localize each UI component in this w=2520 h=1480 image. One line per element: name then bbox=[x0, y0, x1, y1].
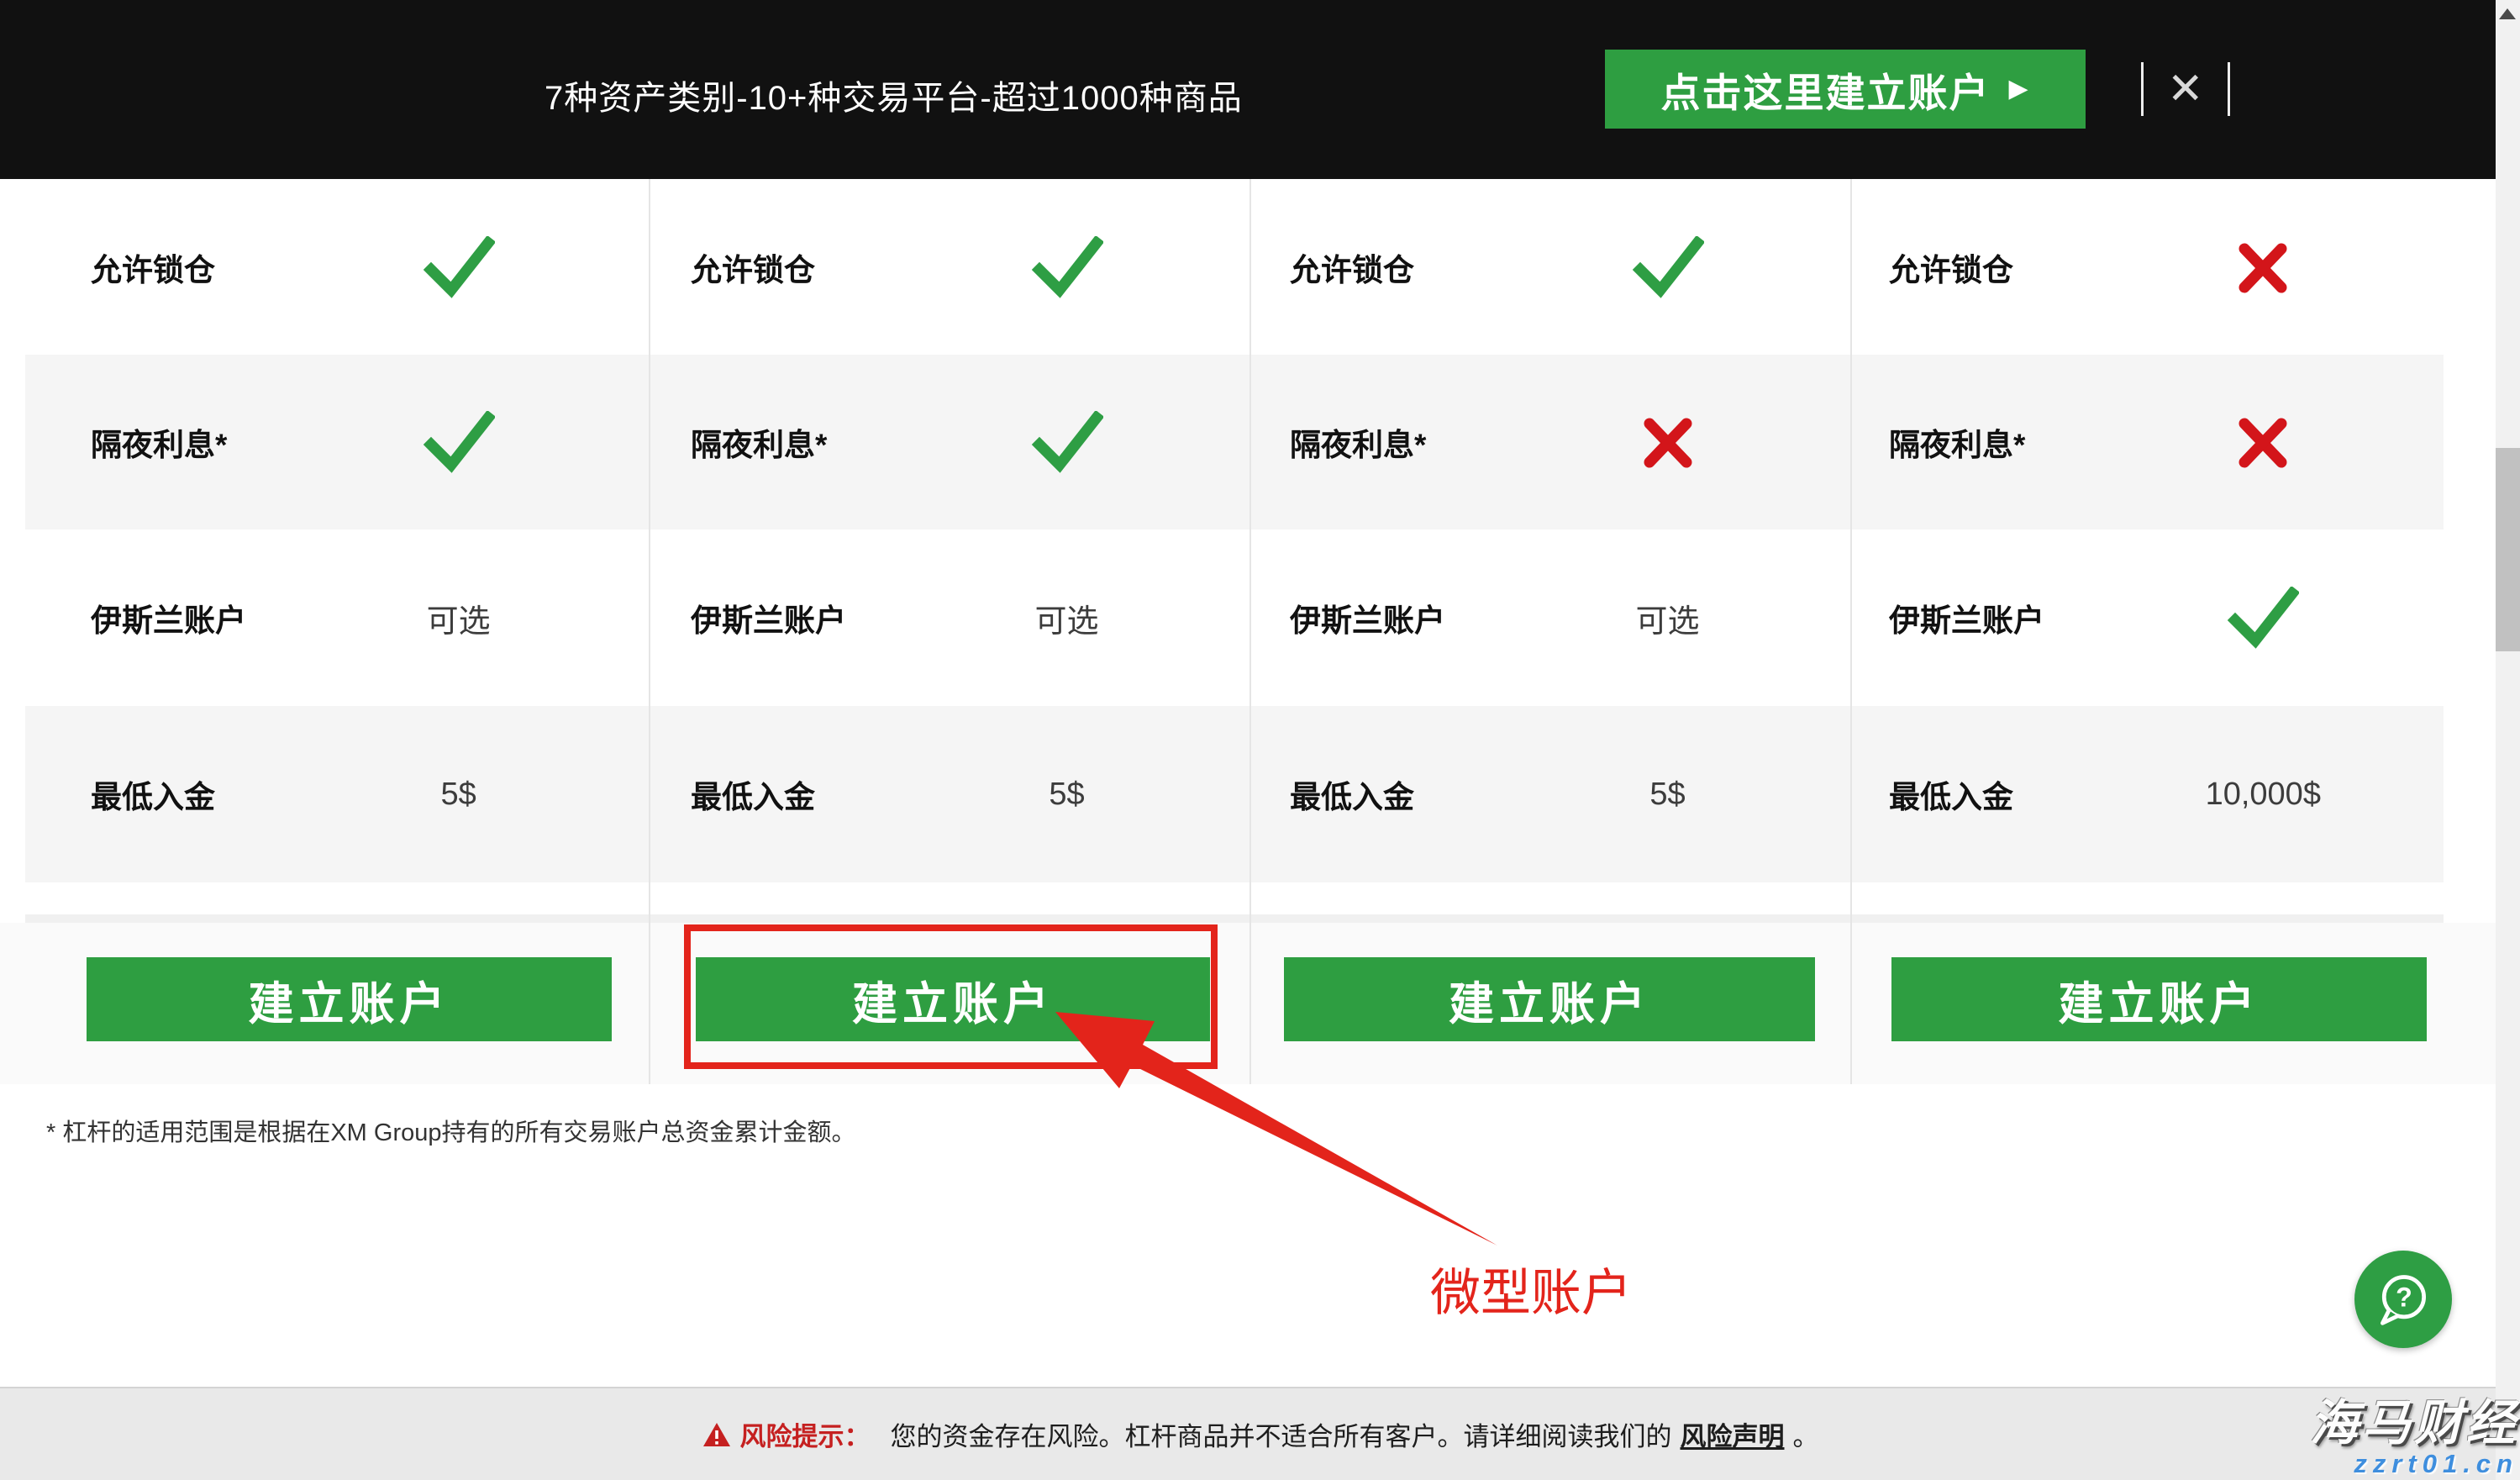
create-account-button[interactable]: 建立账户 bbox=[696, 957, 1210, 1041]
create-account-button[interactable]: 建立账户 bbox=[1891, 957, 2427, 1041]
cell-value bbox=[1521, 236, 1814, 298]
row-stripe bbox=[25, 355, 2444, 529]
risk-statement-link[interactable]: 风险声明 bbox=[1681, 1415, 1785, 1453]
promo-top-bar: 7种资产类别-10+种交易平台-超过1000种商品 点击这里建立账户 ▶ ✕ bbox=[0, 0, 2496, 179]
create-account-button[interactable]: 建立账户 bbox=[87, 957, 612, 1041]
column-divider bbox=[1850, 179, 1852, 1084]
row-label: 伊斯兰账户 bbox=[1852, 595, 2118, 640]
table-cell: 允许锁仓 bbox=[25, 179, 649, 355]
help-chat-button[interactable]: ? bbox=[2354, 1251, 2452, 1348]
scrollbar-thumb[interactable] bbox=[2496, 448, 2520, 651]
cross-icon bbox=[2237, 241, 2289, 293]
column-divider bbox=[649, 179, 650, 1084]
cell-value-text: 可选 bbox=[1636, 595, 1700, 641]
row-label: 伊斯兰账户 bbox=[650, 595, 920, 640]
table-cell: 伊斯兰账户 bbox=[1852, 529, 2444, 706]
check-icon bbox=[2227, 587, 2299, 649]
question-bubble-icon: ? bbox=[2373, 1269, 2433, 1330]
annotation-label: 微型账户 bbox=[1430, 1252, 1632, 1325]
create-account-button[interactable]: 建立账户 bbox=[1284, 957, 1815, 1041]
svg-text:?: ? bbox=[2396, 1282, 2412, 1313]
risk-body-text: 您的资金存在风险。杠杆商品并不适合所有客户。请详细阅读我们的 bbox=[891, 1415, 1672, 1453]
scroll-up-arrow-icon[interactable] bbox=[2499, 8, 2516, 19]
vertical-scrollbar[interactable] bbox=[2496, 0, 2520, 1480]
row-label: 允许锁仓 bbox=[1852, 245, 2118, 290]
row-stripe bbox=[25, 706, 2444, 882]
cell-value bbox=[920, 236, 1213, 298]
cell-value bbox=[306, 236, 612, 298]
cell-value bbox=[2118, 241, 2408, 293]
cell-value bbox=[2118, 587, 2408, 649]
cell-value: 可选 bbox=[1521, 595, 1814, 641]
separator-bar bbox=[2141, 62, 2144, 116]
cta-label: 点击这里建立账户 bbox=[1660, 61, 1990, 119]
table-cell: 允许锁仓 bbox=[1251, 179, 1850, 355]
separator-bar bbox=[2228, 62, 2230, 116]
row-label: 允许锁仓 bbox=[25, 245, 306, 290]
cell-value-text: 可选 bbox=[427, 595, 491, 641]
table-cell: 伊斯兰账户 可选 bbox=[1251, 529, 1850, 706]
warning-triangle-icon bbox=[702, 1421, 732, 1448]
table-cell: 允许锁仓 bbox=[650, 179, 1249, 355]
check-icon bbox=[423, 236, 495, 298]
row-label: 伊斯兰账户 bbox=[25, 595, 306, 640]
cell-value: 可选 bbox=[920, 595, 1213, 641]
promo-title: 7种资产类别-10+种交易平台-超过1000种商品 bbox=[545, 71, 1243, 119]
risk-suffix: 。 bbox=[1793, 1415, 1819, 1453]
close-group: ✕ bbox=[2141, 61, 2230, 118]
close-icon[interactable]: ✕ bbox=[2164, 67, 2207, 111]
table-cell: 允许锁仓 bbox=[1852, 179, 2444, 355]
row-label: 允许锁仓 bbox=[1251, 245, 1521, 290]
row-label: 允许锁仓 bbox=[650, 245, 920, 290]
arrow-right-icon: ▶ bbox=[2008, 76, 2029, 102]
row-label: 伊斯兰账户 bbox=[1251, 595, 1521, 640]
cell-value-text: 可选 bbox=[1035, 595, 1099, 641]
column-divider bbox=[1249, 179, 1251, 1084]
risk-label: 风险提示： bbox=[740, 1415, 871, 1453]
create-account-cta-button[interactable]: 点击这里建立账户 ▶ bbox=[1605, 50, 2086, 129]
risk-disclaimer-bar: 风险提示： 您的资金存在风险。杠杆商品并不适合所有客户。请详细阅读我们的风险声明… bbox=[0, 1387, 2520, 1480]
section-divider bbox=[25, 914, 2444, 923]
check-icon bbox=[1031, 236, 1103, 298]
leverage-footnote: * 杠杆的适用范围是根据在XM Group持有的所有交易账户总资金累计金额。 bbox=[46, 1113, 856, 1148]
cell-value: 可选 bbox=[306, 595, 612, 641]
table-cell: 伊斯兰账户 可选 bbox=[25, 529, 649, 706]
check-icon bbox=[1632, 236, 1704, 298]
table-cell: 伊斯兰账户 可选 bbox=[650, 529, 1249, 706]
